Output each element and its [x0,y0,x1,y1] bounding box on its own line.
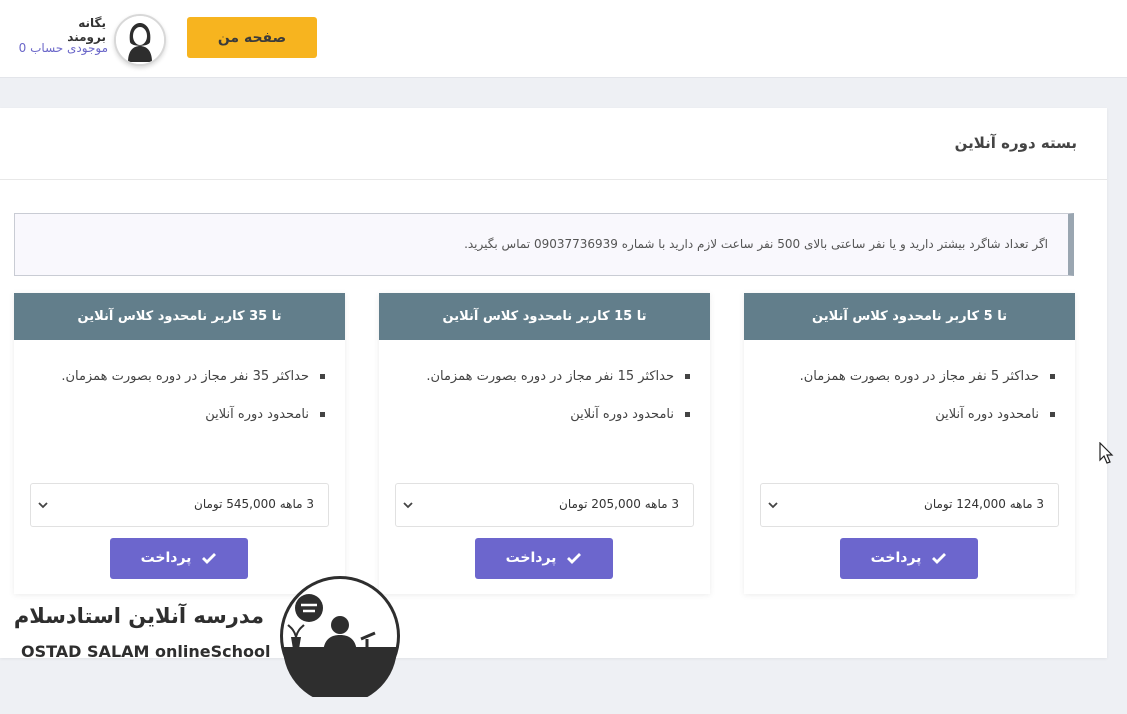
user-avatar-icon[interactable] [114,14,166,66]
plan-title: تا 15 کاربر نامحدود کلاس آنلاین [379,293,710,340]
feature-item: نامحدود دوره آنلاین [414,401,690,428]
feature-item: حداکثر 15 نفر مجاز در دوره بصورت همزمان. [414,363,690,390]
feature-item: حداکثر 5 نفر مجاز در دوره بصورت همزمان. [779,363,1055,390]
plan-duration-select[interactable]: 3 ماهه 124,000 تومان [760,483,1059,527]
bullet-icon [1050,412,1055,417]
selected-option: 3 ماهه 545,000 تومان [194,497,314,511]
school-emblem-icon [280,576,400,697]
plan-duration-select[interactable]: 3 ماهه 205,000 تومان [395,483,694,527]
bullet-icon [320,374,325,379]
pay-button[interactable]: پرداخت [110,538,248,579]
plan-title: تا 5 کاربر نامحدود کلاس آنلاین [744,293,1075,340]
chevron-down-icon [403,502,413,509]
watermark-title: مدرسه آنلاین استادسلام [13,604,264,628]
bullet-icon [685,374,690,379]
plan-features: حداکثر 15 نفر مجاز در دوره بصورت همزمان.… [414,363,690,439]
check-icon [202,553,217,564]
plan-features: حداکثر 35 نفر مجاز در دوره بصورت همزمان.… [49,363,325,439]
account-balance[interactable]: موجودی حساب 0 [0,41,108,55]
selected-option: 3 ماهه 205,000 تومان [559,497,679,511]
pay-button[interactable]: پرداخت [475,538,613,579]
check-icon [932,553,947,564]
feature-item: نامحدود دوره آنلاین [779,401,1055,428]
chevron-down-icon [38,502,48,509]
watermark-subtitle: OSTAD SALAM onlineSchool [21,642,271,661]
feature-item: نامحدود دوره آنلاین [49,401,325,428]
online-course-package-panel: بسته دوره آنلاین اگر تعداد شاگرد بیشتر د… [0,108,1107,658]
check-icon [567,553,582,564]
plan-duration-select[interactable]: 3 ماهه 545,000 تومان [30,483,329,527]
plan-features: حداکثر 5 نفر مجاز در دوره بصورت همزمان. … [779,363,1055,439]
plan-card-5-users: تا 5 کاربر نامحدود کلاس آنلاین حداکثر 5 … [744,293,1075,594]
plan-card-15-users: تا 15 کاربر نامحدود کلاس آنلاین حداکثر 1… [379,293,710,594]
mouse-pointer-icon [1099,442,1114,464]
bullet-icon [685,412,690,417]
selected-option: 3 ماهه 124,000 تومان [924,497,1044,511]
user-name: یگانه برومند [67,16,106,44]
bullet-icon [320,412,325,417]
feature-item: حداکثر 35 نفر مجاز در دوره بصورت همزمان. [49,363,325,390]
panel-title: بسته دوره آنلاین [954,134,1077,152]
notice-text: اگر تعداد شاگرد بیشتر دارید و یا نفر ساع… [464,237,1048,251]
divider [0,179,1107,180]
plan-card-35-users: تا 35 کاربر نامحدود کلاس آنلاین حداکثر 3… [14,293,345,594]
my-page-button[interactable]: صفحه من [187,17,317,58]
chevron-down-icon [768,502,778,509]
bullet-icon [1050,374,1055,379]
plan-title: تا 35 کاربر نامحدود کلاس آنلاین [14,293,345,340]
top-bar: یگانه برومند موجودی حساب 0 صفحه من [0,0,1127,78]
contact-notice: اگر تعداد شاگرد بیشتر دارید و یا نفر ساع… [14,213,1074,276]
pay-button[interactable]: پرداخت [840,538,978,579]
